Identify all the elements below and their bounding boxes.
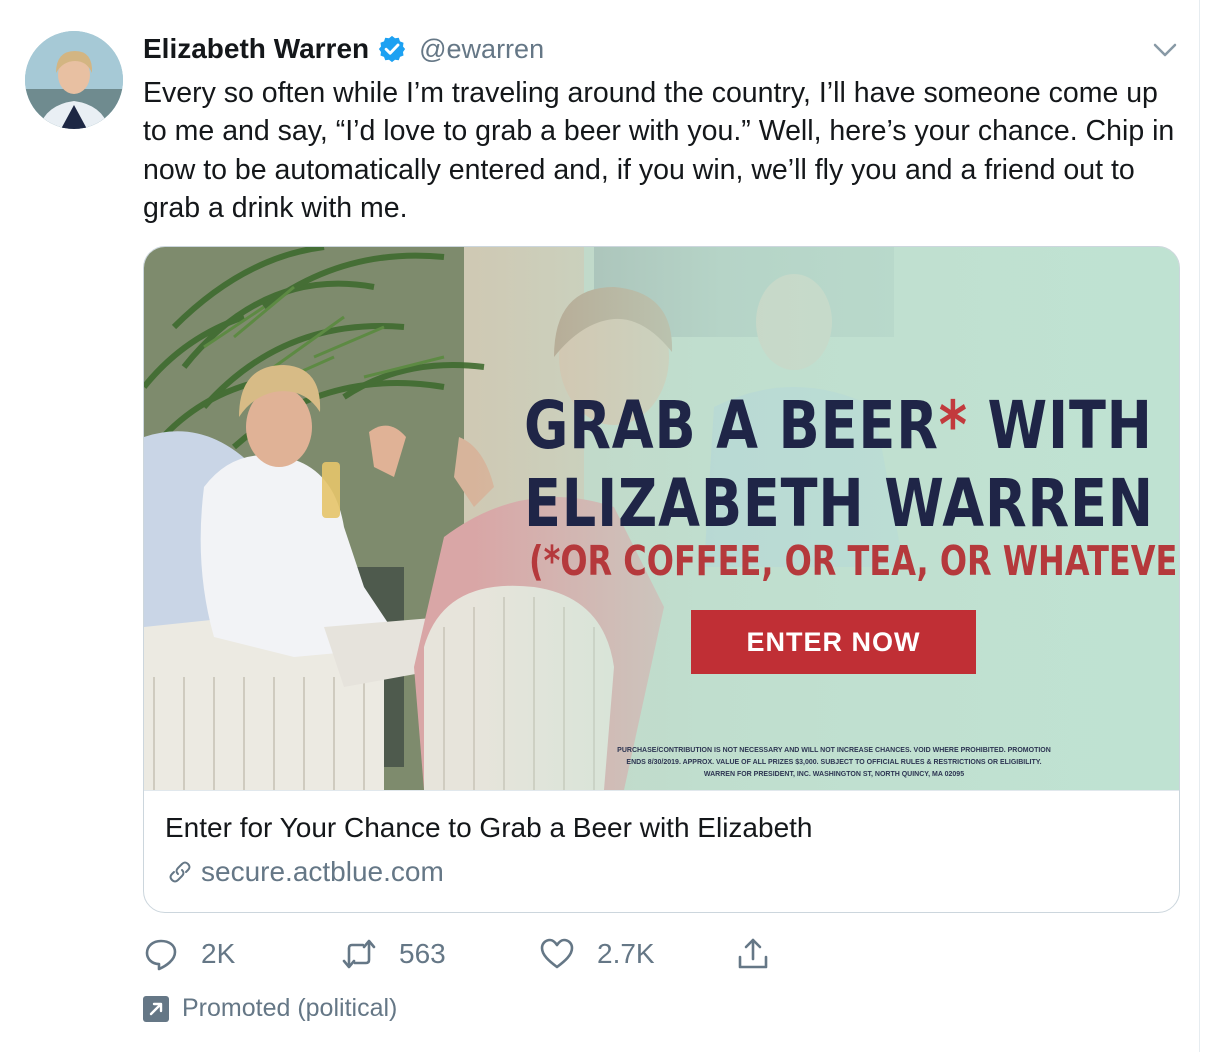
verified-badge-icon <box>379 35 406 63</box>
reply-count: 2K <box>201 938 236 969</box>
card-title[interactable]: Enter for Your Chance to Grab a Beer wit… <box>165 812 813 844</box>
card-domain-text: secure.actblue.com <box>201 856 444 887</box>
ad-headline-line1: GRAB A BEER <box>524 387 939 464</box>
ad-headline-line2: ELIZABETH WARREN <box>524 465 1154 542</box>
ad-headline: GRAB A BEER* WITH ELIZABETH WARREN <box>524 387 1154 543</box>
heart-icon <box>540 938 574 969</box>
display-name[interactable]: Elizabeth Warren <box>143 33 369 65</box>
handle[interactable]: @ewarren <box>419 34 544 65</box>
share-button[interactable] <box>735 932 771 976</box>
card-domain[interactable]: secure.actblue.com <box>165 856 444 888</box>
tweet-actions: 2K 563 2.7K <box>143 932 843 976</box>
promoted-label[interactable]: Promoted (political) <box>143 994 397 1023</box>
reply-button[interactable]: 2K <box>143 932 235 976</box>
avatar[interactable] <box>25 31 123 129</box>
promoted-text: Promoted (political) <box>182 994 398 1022</box>
retweet-icon <box>342 939 376 969</box>
promoted-icon <box>143 995 169 1022</box>
card-info[interactable]: Enter for Your Chance to Grab a Beer wit… <box>144 790 1179 912</box>
link-card[interactable]: GRAB A BEER* WITH ELIZABETH WARREN (*OR … <box>143 246 1180 913</box>
link-icon <box>169 861 191 883</box>
tweet-header: Elizabeth Warren @ewarren <box>143 30 544 68</box>
reply-icon <box>145 939 177 971</box>
share-icon <box>738 938 768 969</box>
card-image[interactable]: GRAB A BEER* WITH ELIZABETH WARREN (*OR … <box>144 247 1180 790</box>
chevron-down-icon[interactable] <box>1150 38 1180 62</box>
like-button[interactable]: 2.7K <box>539 932 655 976</box>
tweet[interactable]: Elizabeth Warren @ewarren Every so often… <box>0 0 1200 1052</box>
like-count: 2.7K <box>597 938 655 969</box>
ad-fine-print: PURCHASE/CONTRIBUTION IS NOT NECESSARY A… <box>617 747 1051 778</box>
retweet-count: 563 <box>399 938 446 969</box>
ad-headline-line1-end: WITH <box>967 387 1153 464</box>
ad-subhead: (*OR COFFEE, OR TEA, OR WHATEVER) <box>529 537 1180 585</box>
retweet-button[interactable]: 563 <box>341 932 446 976</box>
enter-now-button[interactable]: ENTER NOW <box>691 610 976 674</box>
ad-headline-asterisk: * <box>938 387 968 464</box>
tweet-text: Every so often while I’m traveling aroun… <box>143 77 1175 224</box>
